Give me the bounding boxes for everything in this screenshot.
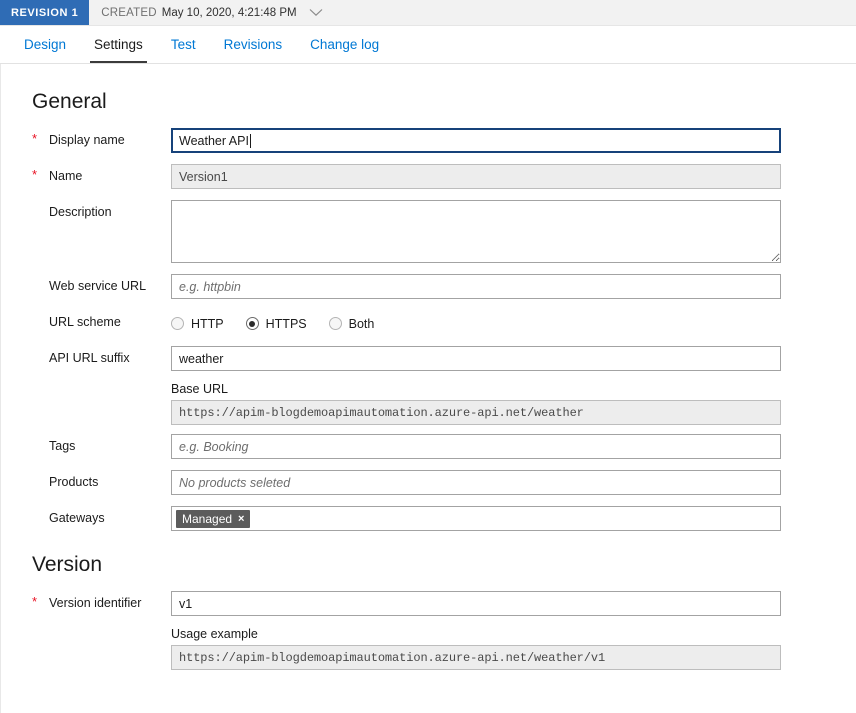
- version-identifier-label: Version identifier: [49, 596, 142, 610]
- description-field-cell: [171, 200, 856, 263]
- radio-label-both: Both: [348, 316, 375, 331]
- gateway-tag-managed: Managed ×: [176, 509, 251, 528]
- display-name-field-cell: Weather API: [171, 128, 856, 153]
- field-row-version-identifier: * Version identifier v1: [1, 591, 856, 616]
- products-label-cell: Products: [32, 470, 171, 489]
- tags-input[interactable]: [171, 434, 781, 459]
- tab-revisions[interactable]: Revisions: [210, 26, 297, 63]
- radio-label-https: HTTPS: [265, 316, 307, 331]
- radio-option-https[interactable]: HTTPS: [245, 316, 307, 331]
- tab-design[interactable]: Design: [10, 26, 80, 63]
- name-label-cell: * Name: [32, 164, 171, 184]
- radio-icon-both[interactable]: [328, 317, 342, 330]
- general-section-title: General: [32, 90, 107, 113]
- version-identifier-input[interactable]: v1: [171, 591, 781, 616]
- field-row-gateways: Gateways Managed ×: [1, 506, 856, 531]
- tab-test[interactable]: Test: [157, 26, 210, 63]
- display-name-input[interactable]: Weather API: [171, 128, 781, 153]
- products-input[interactable]: [171, 470, 781, 495]
- tags-label: Tags: [49, 439, 76, 453]
- revision-created-info[interactable]: CREATED May 10, 2020, 4:21:48 PM: [89, 0, 323, 25]
- field-row-products: Products: [1, 470, 856, 495]
- field-row-tags: Tags: [1, 434, 856, 459]
- field-row-url-scheme: URL scheme HTTP HTTPS Both: [1, 310, 856, 335]
- web-service-url-label: Web service URL: [49, 279, 147, 293]
- revision-badge: REVISION 1: [0, 0, 90, 25]
- revision-bar: REVISION 1 CREATED May 10, 2020, 4:21:48…: [0, 0, 856, 26]
- gateways-label: Gateways: [49, 511, 105, 525]
- version-identifier-field-cell: v1: [171, 591, 856, 616]
- description-textarea[interactable]: [171, 200, 781, 263]
- base-url-spacer: [32, 382, 171, 425]
- radio-icon-http[interactable]: [171, 317, 184, 330]
- radio-icon-https-selected[interactable]: [245, 317, 259, 330]
- name-input-readonly: Version1: [171, 164, 781, 189]
- usage-example-field-cell: Usage example https://apim-blogdemoapima…: [171, 627, 856, 670]
- radio-option-both[interactable]: Both: [328, 316, 375, 331]
- url-scheme-field-cell: HTTP HTTPS Both: [171, 310, 856, 335]
- created-date: May 10, 2020, 4:21:48 PM: [161, 6, 297, 19]
- required-asterisk: *: [32, 131, 38, 146]
- version-identifier-label-cell: * Version identifier: [32, 591, 171, 611]
- tab-settings[interactable]: Settings: [80, 26, 157, 63]
- chevron-down-icon[interactable]: [308, 5, 324, 21]
- description-label-cell: Description: [32, 200, 171, 219]
- description-label: Description: [49, 205, 112, 219]
- web-service-url-field-cell: [171, 274, 856, 299]
- gateway-tag-label: Managed: [182, 511, 233, 526]
- field-row-web-service-url: Web service URL: [1, 274, 856, 299]
- tags-label-cell: Tags: [32, 434, 171, 453]
- products-label: Products: [49, 475, 99, 489]
- display-name-value: Weather API: [179, 133, 249, 148]
- tab-bar: Design Settings Test Revisions Change lo…: [0, 26, 856, 64]
- field-row-api-url-suffix: API URL suffix weather: [1, 346, 856, 371]
- url-scheme-label: URL scheme: [49, 315, 121, 329]
- gateways-field-cell: Managed ×: [171, 506, 856, 531]
- usage-example-value: https://apim-blogdemoapimautomation.azur…: [171, 645, 781, 670]
- radio-option-http[interactable]: HTTP: [171, 317, 224, 331]
- field-row-display-name: * Display name Weather API: [1, 128, 856, 153]
- url-scheme-radio-group: HTTP HTTPS Both: [171, 310, 781, 335]
- base-url-label: Base URL: [171, 382, 228, 396]
- usage-example-spacer: [32, 627, 171, 670]
- version-section-title: Version: [32, 553, 103, 576]
- radio-label-http: HTTP: [191, 316, 224, 331]
- gateways-label-cell: Gateways: [32, 506, 171, 525]
- display-name-label: Display name: [49, 133, 125, 147]
- usage-example-label: Usage example: [171, 627, 258, 641]
- tab-change-log[interactable]: Change log: [296, 26, 393, 63]
- required-asterisk: *: [32, 167, 38, 182]
- field-row-base-url: Base URL https://apim-blogdemoapimautoma…: [1, 382, 856, 425]
- base-url-value: https://apim-blogdemoapimautomation.azur…: [171, 400, 781, 425]
- tags-field-cell: [171, 434, 856, 459]
- field-row-usage-example: Usage example https://apim-blogdemoapima…: [1, 627, 856, 670]
- products-field-cell: [171, 470, 856, 495]
- api-url-suffix-field-cell: weather: [171, 346, 856, 371]
- settings-form: General * Display name Weather API * Nam…: [0, 64, 856, 713]
- url-scheme-label-cell: URL scheme: [32, 310, 171, 329]
- web-service-url-input[interactable]: [171, 274, 781, 299]
- display-name-label-cell: * Display name: [32, 128, 171, 148]
- field-row-description: Description: [1, 200, 856, 263]
- name-label: Name: [49, 169, 83, 183]
- api-url-suffix-input[interactable]: weather: [171, 346, 781, 371]
- name-field-cell: Version1: [171, 164, 856, 189]
- web-service-url-label-cell: Web service URL: [32, 274, 171, 293]
- api-url-suffix-label-cell: API URL suffix: [32, 346, 171, 365]
- required-asterisk: *: [32, 594, 38, 609]
- created-label: CREATED: [101, 6, 157, 19]
- text-cursor: [249, 133, 251, 148]
- base-url-field-cell: Base URL https://apim-blogdemoapimautoma…: [171, 382, 856, 425]
- api-url-suffix-label: API URL suffix: [49, 351, 130, 365]
- gateways-input[interactable]: Managed ×: [171, 506, 781, 531]
- remove-gateway-tag-icon[interactable]: ×: [238, 513, 244, 525]
- field-row-name: * Name Version1: [1, 164, 856, 189]
